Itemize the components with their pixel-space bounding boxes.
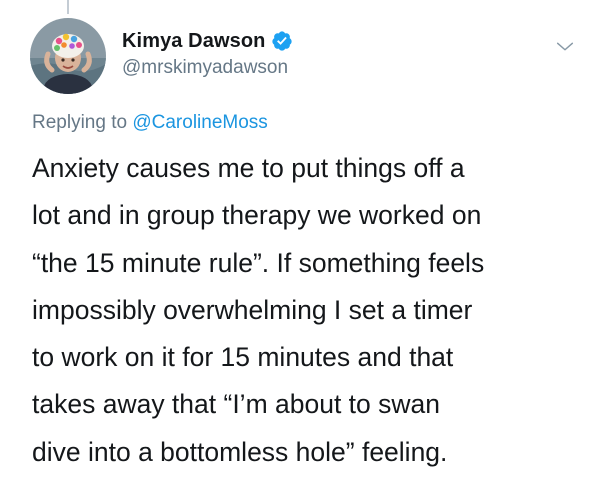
tweet-text-line: impossibly overwhelming I set a timer (32, 294, 473, 325)
author-handle[interactable]: @mrskimyadawson (122, 57, 293, 79)
tweet-text-line: “the 15 minute rule”. If something feels (32, 247, 485, 278)
reply-handle-link[interactable]: @CarolineMoss (132, 112, 267, 133)
avatar[interactable] (30, 18, 106, 94)
tweet-text-line: to work on it for 15 minutes and that (32, 342, 454, 373)
tweet-text-line: takes away that “I’m about to swan (32, 389, 441, 420)
tweet-text: Anxiety causes me to put things off a lo… (32, 145, 584, 476)
tweet-text-line: dive into a bottomless hole” feeling. (32, 436, 448, 467)
replying-to-label: Replying to (32, 112, 133, 133)
tweet-author[interactable]: Kimya Dawson @mrskimyadawson (122, 28, 293, 79)
tweet-text-line: Anxiety causes me to put things off a (32, 153, 465, 183)
chevron-down-icon[interactable] (554, 36, 576, 58)
profile-photo-icon (30, 18, 106, 94)
author-display-name[interactable]: Kimya Dawson (122, 30, 265, 53)
replying-to-line: Replying to @CarolineMoss (32, 112, 268, 134)
verified-badge-icon (271, 30, 293, 52)
thread-connector-line (67, 0, 69, 14)
tweet-text-line: lot and in group therapy we worked on (32, 200, 482, 231)
author-name-row: Kimya Dawson (122, 28, 293, 54)
